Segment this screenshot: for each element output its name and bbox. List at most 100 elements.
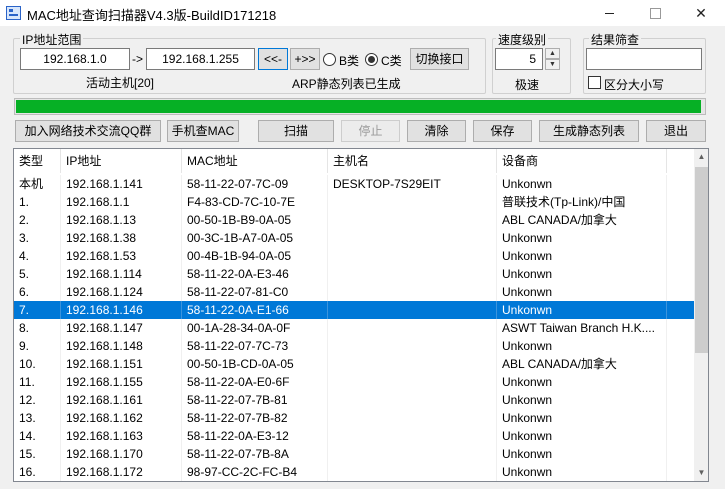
column-header-type[interactable]: 类型 <box>14 149 61 173</box>
cell-type: 4. <box>14 247 61 265</box>
cell-hostname <box>328 301 497 319</box>
cell-type: 14. <box>14 427 61 445</box>
qq-group-button[interactable]: 加入网络技术交流QQ群 <box>15 120 161 142</box>
scroll-up-arrow[interactable]: ▲ <box>694 149 708 165</box>
cell-ip: 192.168.1.148 <box>61 337 182 355</box>
cell-ip: 192.168.1.146 <box>61 301 182 319</box>
cell-type: 15. <box>14 445 61 463</box>
stop-button[interactable]: 停止 <box>341 120 400 142</box>
column-header-vendor[interactable]: 设备商 <box>497 149 667 173</box>
cell-type: 6. <box>14 283 61 301</box>
cell-vendor: Unkonwn <box>497 391 667 409</box>
speed-up-arrow[interactable]: ▲ <box>545 48 560 59</box>
table-row[interactable]: 11. 192.168.1.155 58-11-22-0A-E0-6F Unkonwn <box>14 373 694 391</box>
speed-name-label: 极速 <box>515 78 540 92</box>
end-ip-input[interactable]: 192.168.1.255 <box>146 48 255 70</box>
table-row[interactable]: 3. 192.168.1.38 00-3C-1B-A7-0A-05 Unkonwn <box>14 229 694 247</box>
scroll-thumb[interactable] <box>695 167 708 353</box>
prev-range-button[interactable]: <<- <box>258 48 288 70</box>
table-row[interactable]: 13. 192.168.1.162 58-11-22-07-7B-82 Unkonwn <box>14 409 694 427</box>
class-b-radio[interactable] <box>323 53 336 66</box>
table-row[interactable]: 本机 192.168.1.141 58-11-22-07-7C-09 DESKTOP-… <box>14 175 694 193</box>
main-panel: IP地址范围 192.168.1.0 -> 192.168.1.255 <<- … <box>0 26 725 489</box>
cell-vendor: Unkonwn <box>497 463 667 481</box>
column-header-ip[interactable]: IP地址 <box>61 149 182 173</box>
table-row[interactable]: 15. 192.168.1.170 58-11-22-07-7B-8A Unkonwn <box>14 445 694 463</box>
scroll-down-arrow[interactable]: ▼ <box>694 465 708 481</box>
cell-hostname <box>328 445 497 463</box>
cell-ip: 192.168.1.53 <box>61 247 182 265</box>
cell-type: 1. <box>14 193 61 211</box>
cell-mac: 58-11-22-0A-E0-6F <box>182 373 328 391</box>
save-button[interactable]: 保存 <box>473 120 532 142</box>
cell-ip: 192.168.1.1 <box>61 193 182 211</box>
scan-progress-fill <box>16 100 701 113</box>
table-row[interactable]: 2. 192.168.1.13 00-50-1B-B9-0A-05 ABL CANAD… <box>14 211 694 229</box>
cell-type: 8. <box>14 319 61 337</box>
results-table[interactable]: 类型 IP地址 MAC地址 主机名 设备商 本机 192.168.1.141 58-… <box>13 148 709 482</box>
cell-ip: 192.168.1.172 <box>61 463 182 481</box>
start-ip-input[interactable]: 192.168.1.0 <box>20 48 130 70</box>
class-c-label: C类 <box>381 54 402 68</box>
cell-hostname <box>328 265 497 283</box>
close-button[interactable]: ✕ <box>678 0 724 26</box>
table-row[interactable]: 12. 192.168.1.161 58-11-22-07-7B-81 Unkonwn <box>14 391 694 409</box>
generate-static-list-button[interactable]: 生成静态列表 <box>539 120 639 142</box>
switch-interface-button[interactable]: 切换接口 <box>410 48 469 70</box>
cell-ip: 192.168.1.161 <box>61 391 182 409</box>
cell-hostname <box>328 319 497 337</box>
class-c-radio[interactable] <box>365 53 378 66</box>
manual-mac-button[interactable]: 手机查MAC <box>167 120 239 142</box>
title-bar: MAC地址查询扫描器V4.3版-BuildID171218 ✕ <box>0 0 725 26</box>
cell-mac: 58-11-22-07-7C-09 <box>182 175 328 193</box>
cell-hostname <box>328 391 497 409</box>
cell-vendor: Unkonwn <box>497 445 667 463</box>
table-row[interactable]: 9. 192.168.1.148 58-11-22-07-7C-73 Unkonwn <box>14 337 694 355</box>
table-row[interactable]: 7. 192.168.1.146 58-11-22-0A-E1-66 Unkonwn <box>14 301 694 319</box>
cell-mac: 00-50-1B-B9-0A-05 <box>182 211 328 229</box>
app-icon <box>6 6 21 20</box>
speed-level-input[interactable]: 5 <box>495 48 543 70</box>
table-row[interactable]: 16. 192.168.1.172 98-97-CC-2C-FC-B4 Unkonwn <box>14 463 694 481</box>
cell-ip: 192.168.1.155 <box>61 373 182 391</box>
cell-type: 5. <box>14 265 61 283</box>
cell-mac: 98-97-CC-2C-FC-B4 <box>182 463 328 481</box>
column-header-hostname[interactable]: 主机名 <box>328 149 497 173</box>
cell-vendor: Unkonwn <box>497 301 667 319</box>
range-arrow: -> <box>132 52 144 66</box>
cell-ip: 192.168.1.147 <box>61 319 182 337</box>
speed-down-arrow[interactable]: ▼ <box>545 59 560 70</box>
vertical-scrollbar[interactable]: ▲ ▼ <box>694 149 708 481</box>
cell-vendor: Unkonwn <box>497 265 667 283</box>
cell-hostname <box>328 211 497 229</box>
filter-input[interactable] <box>586 48 702 70</box>
cell-vendor: Unkonwn <box>497 283 667 301</box>
next-range-button[interactable]: +>> <box>290 48 320 70</box>
table-row[interactable]: 14. 192.168.1.163 58-11-22-0A-E3-12 Unkonwn <box>14 427 694 445</box>
cell-type: 16. <box>14 463 61 481</box>
table-row[interactable]: 5. 192.168.1.114 58-11-22-0A-E3-46 Unkonwn <box>14 265 694 283</box>
cell-hostname <box>328 337 497 355</box>
cell-ip: 192.168.1.162 <box>61 409 182 427</box>
clear-button[interactable]: 清除 <box>407 120 466 142</box>
case-sensitive-checkbox[interactable] <box>588 76 601 89</box>
cell-mac: 00-4B-1B-94-0A-05 <box>182 247 328 265</box>
column-header-mac[interactable]: MAC地址 <box>182 149 328 173</box>
cell-vendor: Unkonwn <box>497 175 667 193</box>
cell-vendor: ABL CANADA/加拿大 <box>497 355 667 373</box>
minimize-button[interactable] <box>586 0 632 26</box>
scan-button[interactable]: 扫描 <box>258 120 334 142</box>
maximize-button[interactable] <box>632 0 678 26</box>
table-row[interactable]: 6. 192.168.1.124 58-11-22-07-81-C0 Unkonwn <box>14 283 694 301</box>
table-row[interactable]: 8. 192.168.1.147 00-1A-28-34-0A-0F ASWT Tai… <box>14 319 694 337</box>
table-row[interactable]: 4. 192.168.1.53 00-4B-1B-94-0A-05 Unkonwn <box>14 247 694 265</box>
table-row[interactable]: 10. 192.168.1.151 00-50-1B-CD-0A-05 ABL CAN… <box>14 355 694 373</box>
scan-progress-bar <box>14 98 706 115</box>
cell-vendor: Unkonwn <box>497 409 667 427</box>
table-row[interactable]: 1. 192.168.1.1 F4-83-CD-7C-10-7E 普联技术(Tp-Li… <box>14 193 694 211</box>
exit-button[interactable]: 退出 <box>646 120 706 142</box>
cell-ip: 192.168.1.163 <box>61 427 182 445</box>
class-b-label: B类 <box>339 54 360 68</box>
cell-mac: F4-83-CD-7C-10-7E <box>182 193 328 211</box>
cell-vendor: Unkonwn <box>497 229 667 247</box>
